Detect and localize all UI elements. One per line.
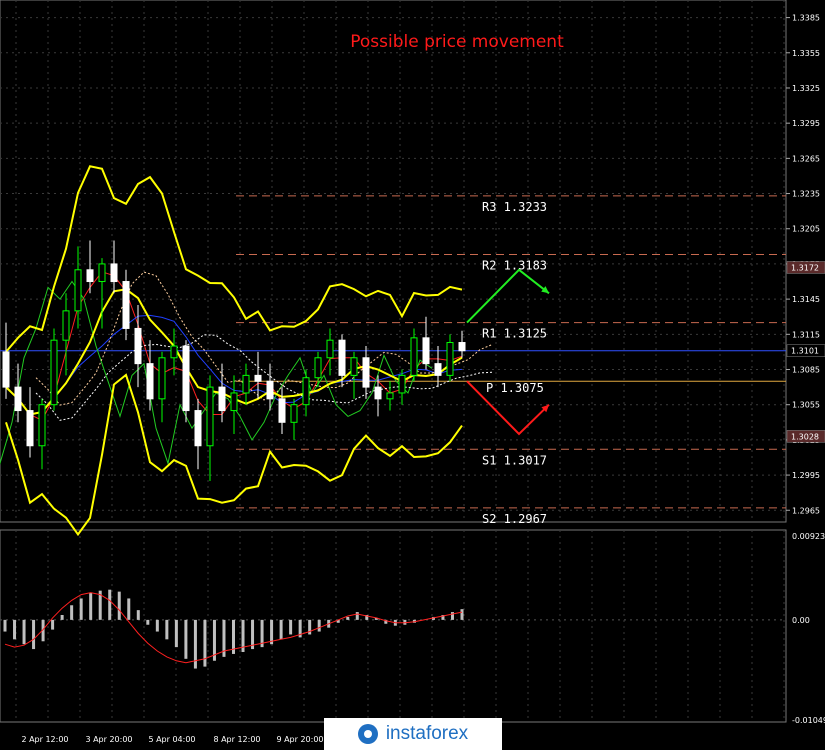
pivot-label: S1 1.3017 bbox=[482, 453, 547, 467]
candle-body bbox=[26, 410, 34, 447]
candle-body bbox=[254, 374, 262, 382]
price-tick-label: 1.2995 bbox=[792, 471, 820, 480]
pivot-label: P 1.3075 bbox=[486, 381, 544, 395]
price-tick-label: 1.3055 bbox=[792, 401, 820, 410]
candle-body bbox=[434, 363, 442, 376]
price-tag-label: 1.3101 bbox=[791, 347, 819, 356]
candle-body bbox=[386, 392, 394, 400]
candle-body bbox=[326, 339, 334, 359]
price-tag-label: 1.3172 bbox=[791, 263, 819, 272]
oscillator-panel-frame bbox=[0, 529, 787, 723]
candle-body bbox=[230, 392, 238, 412]
time-tick-label: 5 Apr 04:00 bbox=[148, 735, 195, 744]
price-tick-label: 1.3385 bbox=[792, 14, 820, 23]
candle-body bbox=[290, 404, 298, 423]
candle-body bbox=[338, 339, 346, 376]
price-tick-label: 1.3325 bbox=[792, 84, 820, 93]
logo-text: instaforex bbox=[385, 723, 469, 744]
candle-body bbox=[38, 404, 46, 447]
candle-body bbox=[74, 269, 82, 312]
price-tick-label: 1.3265 bbox=[792, 154, 820, 163]
candle-body bbox=[134, 327, 142, 365]
candle-body bbox=[170, 345, 178, 359]
pivot-label: S2 1.2967 bbox=[482, 512, 547, 526]
candle-body bbox=[50, 339, 58, 406]
candle-body bbox=[266, 380, 274, 400]
candle-body bbox=[314, 357, 322, 379]
price-tick-label: 1.3235 bbox=[792, 190, 820, 199]
candle-body bbox=[242, 374, 250, 394]
candle-body bbox=[62, 310, 70, 341]
price-tick-label: 1.3115 bbox=[792, 330, 820, 339]
price-chart: R3 1.3233 R2 1.3183 R1 1.3125 P 1.3075 S1 1.… bbox=[0, 0, 825, 744]
candle-body bbox=[14, 386, 22, 412]
logo-icon bbox=[357, 724, 378, 744]
candle-body bbox=[350, 357, 358, 376]
time-tick-label: 3 Apr 20:00 bbox=[85, 735, 132, 744]
pivot-label: R3 1.3233 bbox=[482, 200, 547, 214]
candle-body bbox=[2, 351, 10, 388]
time-tick-label: 9 Apr 20:00 bbox=[276, 735, 323, 744]
time-tick-label: 2 Apr 12:00 bbox=[21, 735, 68, 744]
chart-title: Possible price movement bbox=[350, 32, 564, 52]
candle-body bbox=[110, 263, 118, 283]
candle-body bbox=[206, 386, 214, 447]
pivot-label: R2 1.3183 bbox=[482, 259, 547, 273]
candle-body bbox=[122, 281, 130, 329]
price-tag-label: 1.3028 bbox=[791, 432, 819, 441]
pivot-label: R1 1.3125 bbox=[482, 327, 547, 341]
candle-body bbox=[422, 337, 430, 365]
price-tick-label: 1.3295 bbox=[792, 119, 820, 128]
price-tick-label: 1.3355 bbox=[792, 49, 820, 58]
main-panel-frame bbox=[0, 0, 787, 523]
candle-body bbox=[446, 342, 454, 376]
price-tick-label: 1.2965 bbox=[792, 506, 820, 515]
oscillator-tick-label: 0.00923 bbox=[792, 532, 825, 541]
candle-body bbox=[278, 398, 286, 423]
oscillator-tick-label: -0.01049 bbox=[792, 716, 825, 725]
candle-body bbox=[158, 357, 166, 400]
candle-body bbox=[98, 263, 106, 283]
price-tick-label: 1.3145 bbox=[792, 295, 820, 304]
time-axis: 1 Apr 20202 Apr 12:003 Apr 20:005 Apr 04… bbox=[0, 735, 324, 744]
candle-body bbox=[302, 377, 310, 406]
price-tick-label: 1.3085 bbox=[792, 366, 820, 375]
candle-body bbox=[86, 269, 94, 283]
oscillator-tick-label: 0.00 bbox=[792, 616, 810, 625]
candle-body bbox=[182, 345, 190, 412]
candle-body bbox=[398, 374, 406, 394]
candle-body bbox=[362, 357, 370, 388]
candle-body bbox=[374, 386, 382, 400]
candle-body bbox=[458, 342, 466, 352]
candle-body bbox=[194, 410, 202, 447]
time-tick-label: 8 Apr 12:00 bbox=[213, 735, 260, 744]
candle-body bbox=[218, 386, 226, 412]
candle-body bbox=[410, 337, 418, 376]
price-axis: 1.3385 1.3355 1.3325 1.3295 1.3265 1.3235 1.32… bbox=[786, 14, 825, 725]
price-tick-label: 1.3205 bbox=[792, 225, 820, 234]
candle-body bbox=[146, 363, 154, 400]
instaforex-logo: instaforex bbox=[324, 718, 502, 750]
